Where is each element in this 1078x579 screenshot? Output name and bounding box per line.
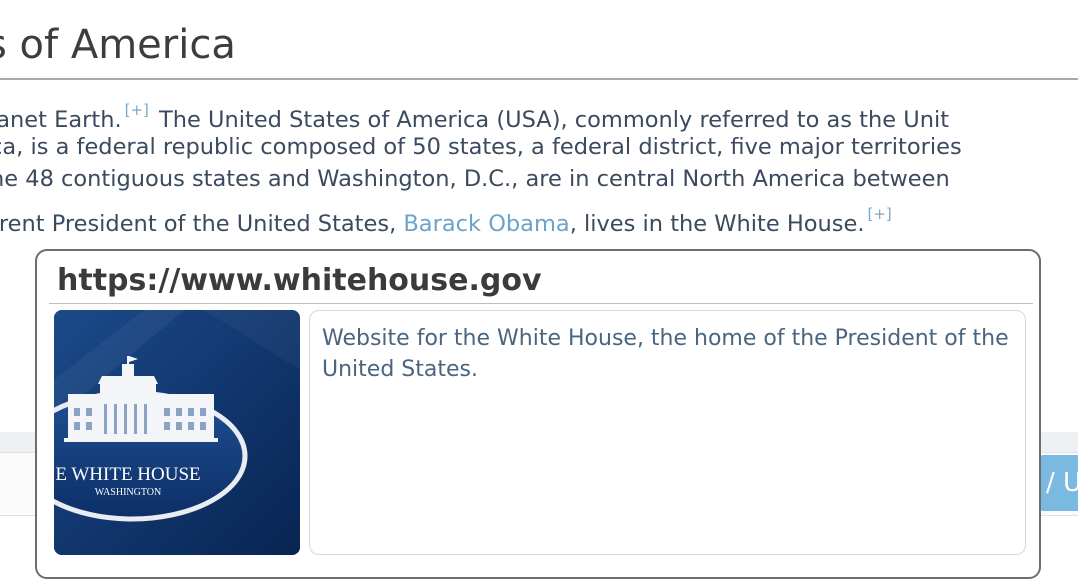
title-divider xyxy=(0,78,1078,80)
preview-description-box: Website for the White House, the home of… xyxy=(309,310,1026,555)
article-text: lanet Earth. xyxy=(0,107,122,133)
preview-thumbnail[interactable]: E WHITE HOUSE WASHINGTON xyxy=(54,310,300,555)
citation-expand-link[interactable]: [+] xyxy=(125,101,149,119)
article-text: he 48 contiguous states and Washington, … xyxy=(0,166,950,192)
popover-divider xyxy=(49,303,1033,304)
article-line-3: he 48 contiguous states and Washington, … xyxy=(0,168,950,191)
logo-text-line-1: E WHITE HOUSE xyxy=(55,464,200,485)
article-line-1: lanet Earth. [+] The United States of Ame… xyxy=(0,103,949,132)
background-button-label: / U xyxy=(1046,468,1078,498)
background-button[interactable]: / U xyxy=(1040,455,1078,511)
article-text: The United States of America (USA), comm… xyxy=(151,107,950,133)
preview-description: Website for the White House, the home of… xyxy=(322,326,1009,382)
article-line-2: ca, is a federal republic composed of 50… xyxy=(0,136,962,159)
preview-url-link[interactable]: https://www.whitehouse.gov xyxy=(57,263,542,298)
citation-expand-link[interactable]: [+] xyxy=(868,205,892,223)
article-text: rrent President of the United States, xyxy=(0,211,404,237)
white-house-logo-icon: E WHITE HOUSE WASHINGTON xyxy=(54,310,300,555)
page-title: s of America xyxy=(0,22,236,68)
article-text: , lives in the White House. xyxy=(569,211,865,237)
barack-obama-link[interactable]: Barack Obama xyxy=(403,211,569,237)
link-preview-popover[interactable]: https://www.whitehouse.gov E WHITE HOUSE… xyxy=(35,249,1041,579)
article-line-4: rrent President of the United States, Ba… xyxy=(0,207,895,236)
logo-text-line-2: WASHINGTON xyxy=(95,487,161,498)
article-text: ca, is a federal republic composed of 50… xyxy=(0,134,962,160)
